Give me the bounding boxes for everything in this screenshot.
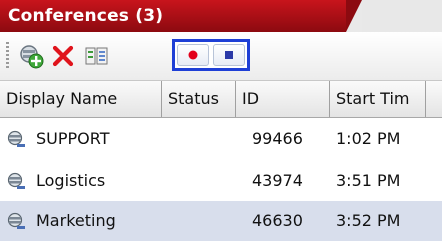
cell-id: 99466 [252,129,303,148]
stop-square-icon [225,51,233,59]
record-button[interactable] [177,44,209,66]
add-conference-button[interactable] [16,41,46,71]
conference-settings-button[interactable] [82,41,112,71]
table-row-selected[interactable]: Marketing 46630 3:52 PM [0,201,442,241]
delete-button[interactable] [48,41,78,71]
conference-icon [7,212,25,229]
table-row[interactable]: SUPPORT 99466 1:02 PM [0,119,442,159]
panel-title-bar: Conferences (3) [0,0,442,33]
cell-display-name: Logistics [36,171,106,190]
column-header-display-name[interactable]: Display Name [0,81,162,117]
panel-title-tab[interactable]: Conferences (3) [0,0,362,32]
column-header-status[interactable]: Status [162,81,236,117]
column-header-id[interactable]: ID [236,81,330,117]
column-header-overflow[interactable] [426,81,442,117]
toolbar [0,32,442,81]
record-dot-icon [188,50,198,60]
cell-start-time: 1:02 PM [336,129,401,148]
cell-id: 43974 [252,171,303,190]
panel-title: Conferences (3) [8,6,164,26]
recording-controls [172,39,250,71]
conferences-panel: Conferences (3) Display Name Status ID S… [0,0,442,242]
cell-id: 46630 [252,211,303,230]
cell-start-time: 3:52 PM [336,211,401,230]
cell-display-name: SUPPORT [36,129,110,148]
conference-icon [7,130,25,147]
column-header-start-time[interactable]: Start Tim [330,81,426,117]
stop-button[interactable] [213,44,245,66]
title-bar-empty-area [362,0,442,33]
toolbar-grip[interactable] [6,42,9,70]
add-conference-icon [20,45,44,69]
conference-settings-icon [85,47,108,65]
cell-start-time: 3:51 PM [336,171,401,190]
table-header: Display Name Status ID Start Tim [0,81,442,118]
cell-display-name: Marketing [36,211,116,230]
delete-x-icon [52,45,74,67]
table-row[interactable]: Logistics 43974 3:51 PM [0,161,442,201]
conference-icon [7,172,25,189]
